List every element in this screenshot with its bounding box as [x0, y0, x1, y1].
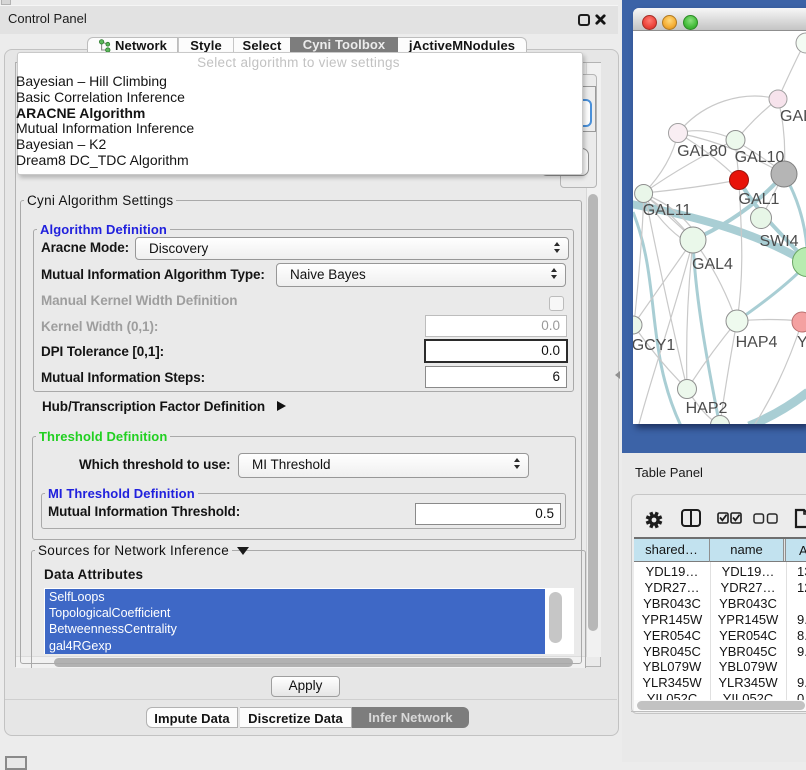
svg-text:HAP4: HAP4 [736, 334, 778, 351]
svg-text:HAP2: HAP2 [686, 400, 728, 417]
svg-text:GAL11: GAL11 [643, 202, 692, 219]
svg-text:GAL7: GAL7 [780, 108, 806, 125]
svg-text:GAL80: GAL80 [677, 143, 727, 160]
svg-text:SWI4: SWI4 [759, 233, 798, 250]
svg-text:YM: YM [797, 334, 806, 351]
svg-text:GAL10: GAL10 [735, 149, 785, 166]
svg-text:GAL1: GAL1 [739, 191, 780, 208]
svg-text:GCY1: GCY1 [633, 337, 675, 354]
svg-text:GAL4: GAL4 [692, 256, 733, 273]
